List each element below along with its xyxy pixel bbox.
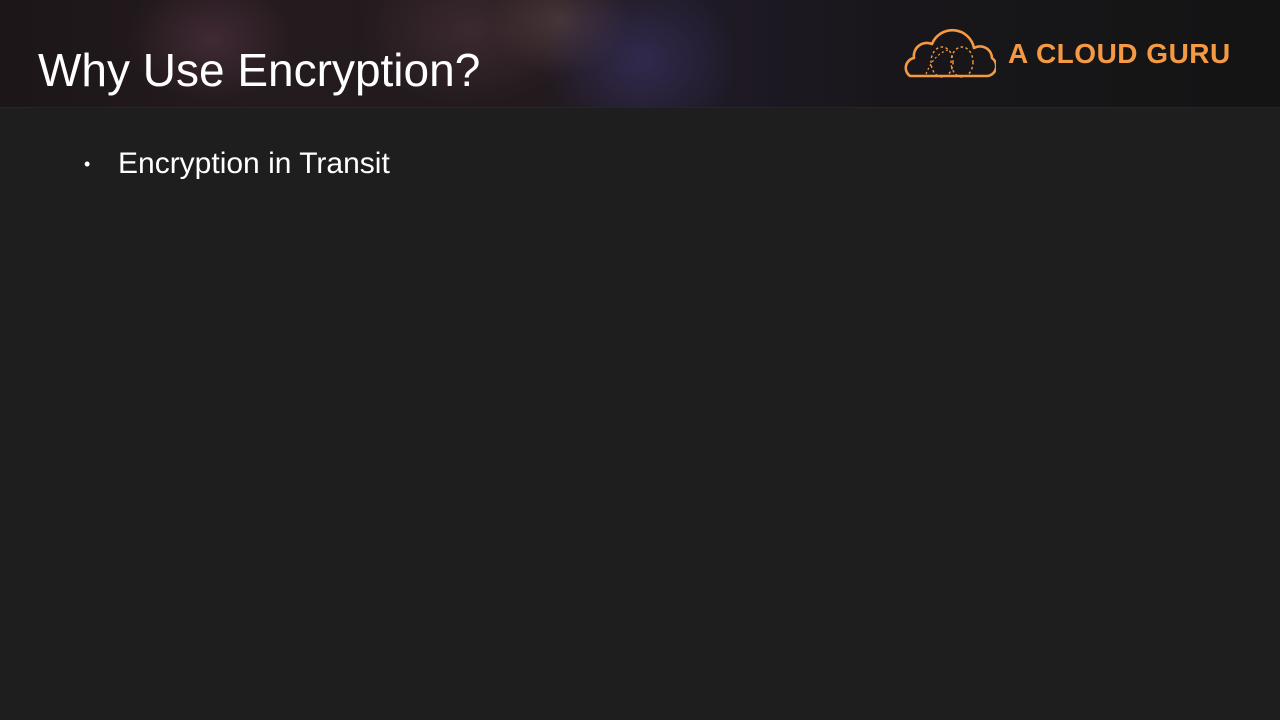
bullet-point-icon: •: [84, 154, 91, 174]
bullet-list: • Encryption in Transit: [80, 140, 1180, 188]
slide-title: Why Use Encryption?: [38, 44, 481, 96]
list-item: • Encryption in Transit: [80, 140, 1180, 188]
bullet-text: Encryption in Transit: [118, 147, 390, 180]
brand-name: A CLOUD GURU: [1008, 38, 1231, 69]
slide-body: • Encryption in Transit: [80, 140, 1180, 188]
cloud-icon: [904, 28, 996, 80]
slide-header: Why Use Encryption? A CLOUD GURU: [0, 0, 1280, 108]
brand-logo: A CLOUD GURU: [904, 28, 1231, 80]
